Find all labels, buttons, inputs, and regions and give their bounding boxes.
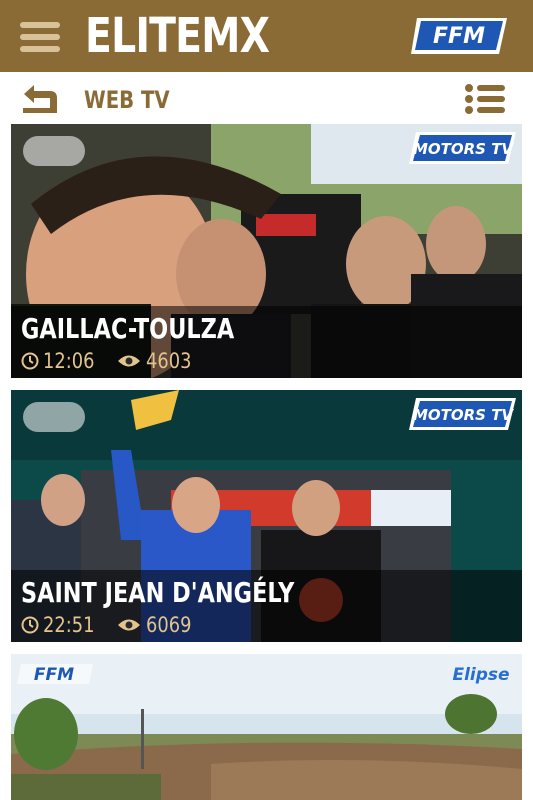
app-header: ELITEMX FFM — [0, 0, 533, 72]
motors-tv-logo: MOTORS TV — [413, 406, 514, 424]
section-bar: WEB TV — [0, 72, 533, 124]
eye-icon — [118, 355, 140, 367]
video-views: 6069 — [146, 613, 192, 637]
video-thumbnail: FFM Elipse — [11, 654, 522, 800]
video-card[interactable]: MOTORS TV SAINT JEAN D'ANGÉLY 22:51 6069 — [11, 390, 522, 642]
video-title: SAINT JEAN D'ANGÉLY — [21, 576, 295, 609]
video-meta: 22:51 6069 — [21, 613, 199, 637]
motors-tv-logo: MOTORS TV — [413, 140, 514, 158]
section-title: WEB TV — [84, 86, 170, 114]
video-duration: 22:51 — [43, 613, 95, 637]
back-arrow-icon[interactable] — [20, 82, 60, 114]
video-caption: GAILLAC-TOULZA 12:06 4603 — [11, 306, 522, 378]
video-card[interactable]: MOTORS TV GAILLAC-TOULZA 12:06 4603 — [11, 124, 522, 378]
video-views: 4603 — [146, 349, 192, 373]
video-title: GAILLAC-TOULZA — [21, 312, 235, 345]
ffm-logo: FFM — [411, 18, 507, 54]
video-card[interactable]: FFM Elipse — [11, 654, 522, 800]
ffm-watermark: FFM — [34, 665, 74, 685]
video-caption: SAINT JEAN D'ANGÉLY 22:51 6069 — [11, 570, 522, 642]
clock-icon — [21, 616, 39, 634]
elipse-watermark: Elipse — [452, 665, 509, 685]
ffm-logo-text: FFM — [433, 24, 485, 49]
eye-icon — [118, 619, 140, 631]
app-title: ELITEMX — [85, 8, 270, 64]
video-meta: 12:06 4603 — [21, 349, 199, 373]
list-view-icon[interactable] — [465, 84, 505, 114]
clock-icon — [21, 352, 39, 370]
hamburger-menu-icon[interactable] — [20, 22, 60, 52]
video-duration: 12:06 — [43, 349, 95, 373]
